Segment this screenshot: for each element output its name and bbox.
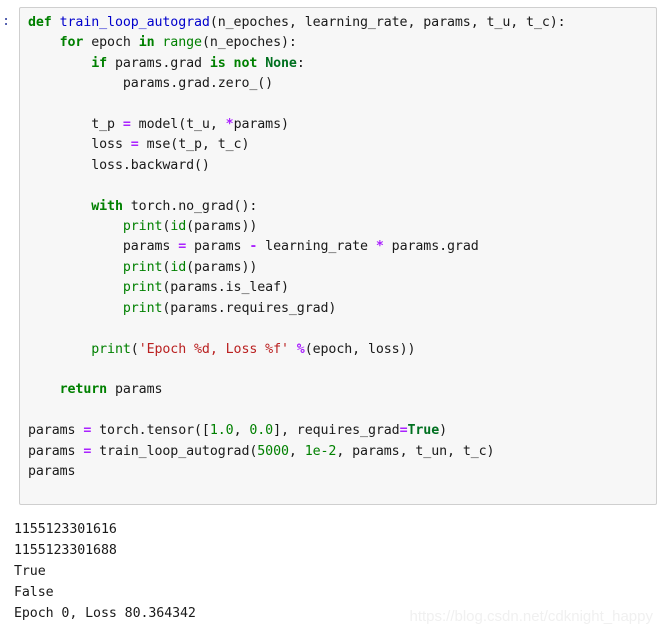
code-token: for [59,35,92,51]
code-token: params [28,443,84,459]
code-token: = [399,423,408,439]
code-token: (epoch, loss)) [304,341,416,357]
code-token: print [91,341,131,357]
code-token: , params, t_un, t_c) [336,443,495,459]
code-token: 5000 [257,443,289,459]
code-token: (n_epoches): [201,35,297,51]
code-token: 1e-2 [304,443,337,459]
code-token: with [91,198,131,214]
code-token: = [122,117,131,133]
code-token: * [375,239,384,255]
code-token: model(t_u, [130,117,226,133]
code-token: (params)) [186,259,258,275]
code-token: t_p [91,117,123,133]
code-token: 'Epoch %d, Loss %f' [138,341,289,357]
code-token: ) [439,423,448,439]
code-token: id [170,219,187,235]
source-code[interactable]: def train_loop_autograd(n_epoches, learn… [28,13,652,482]
code-token: loss.backward() [91,157,210,173]
code-token: print [122,259,163,275]
code-token: in [138,35,163,51]
code-token: print [122,219,163,235]
code-token: id [170,259,187,275]
notebook-cell-container: : def train_loop_autograd(n_epoches, lea… [0,0,657,505]
code-token: , [233,423,250,439]
code-token: % [296,341,305,357]
code-token: print [122,300,163,316]
cell-prompt-label: : [2,14,10,29]
code-token: ], requires_grad [273,423,400,439]
code-token: is not [209,55,266,71]
code-token: 1.0 [209,423,234,439]
code-token: loss [91,137,131,153]
code-token: params.grad [114,55,210,71]
watermark-text: https://blog.csdn.net/cdknight_happy [409,608,653,625]
code-token: params) [233,117,289,133]
code-token: epoch [91,35,139,51]
code-token: print [122,280,163,296]
code-token: params [122,239,179,255]
code-token: train_loop_autograd [59,15,210,30]
code-token: torch.no_grad(): [130,198,258,214]
code-token: params [186,239,250,255]
code-token: 0.0 [249,423,274,439]
code-token: params.grad.zero_() [122,76,274,92]
code-token: (params.is_leaf) [162,280,289,296]
code-token: = [178,239,187,255]
code-token: (n_epoches, learning_rate, params, t_u, … [209,15,566,30]
code-token: (params)) [186,219,258,235]
code-token: : [296,55,305,71]
code-token: (params.requires_grad) [162,300,337,316]
code-token: params [28,463,76,479]
code-token: def [28,15,60,30]
code-token: return [59,382,115,398]
code-token: True [407,423,440,439]
code-token: range [162,35,202,51]
code-token: ( [130,341,139,357]
code-token: params [114,382,163,398]
code-token: learning_rate [257,239,376,255]
code-token: * [225,117,234,133]
code-token: train_loop_autograd( [91,443,258,459]
code-token: mse(t_p, t_c) [138,137,250,153]
code-token: None [265,55,297,71]
code-token: = [130,137,139,153]
code-token: if [91,55,115,71]
code-token: params [28,423,84,439]
code-token: torch.tensor([ [91,423,210,439]
code-cell-row: : def train_loop_autograd(n_epoches, lea… [0,0,657,505]
code-input-area[interactable]: def train_loop_autograd(n_epoches, learn… [19,7,657,505]
code-token: , [288,443,305,459]
code-token: params.grad [383,239,479,255]
